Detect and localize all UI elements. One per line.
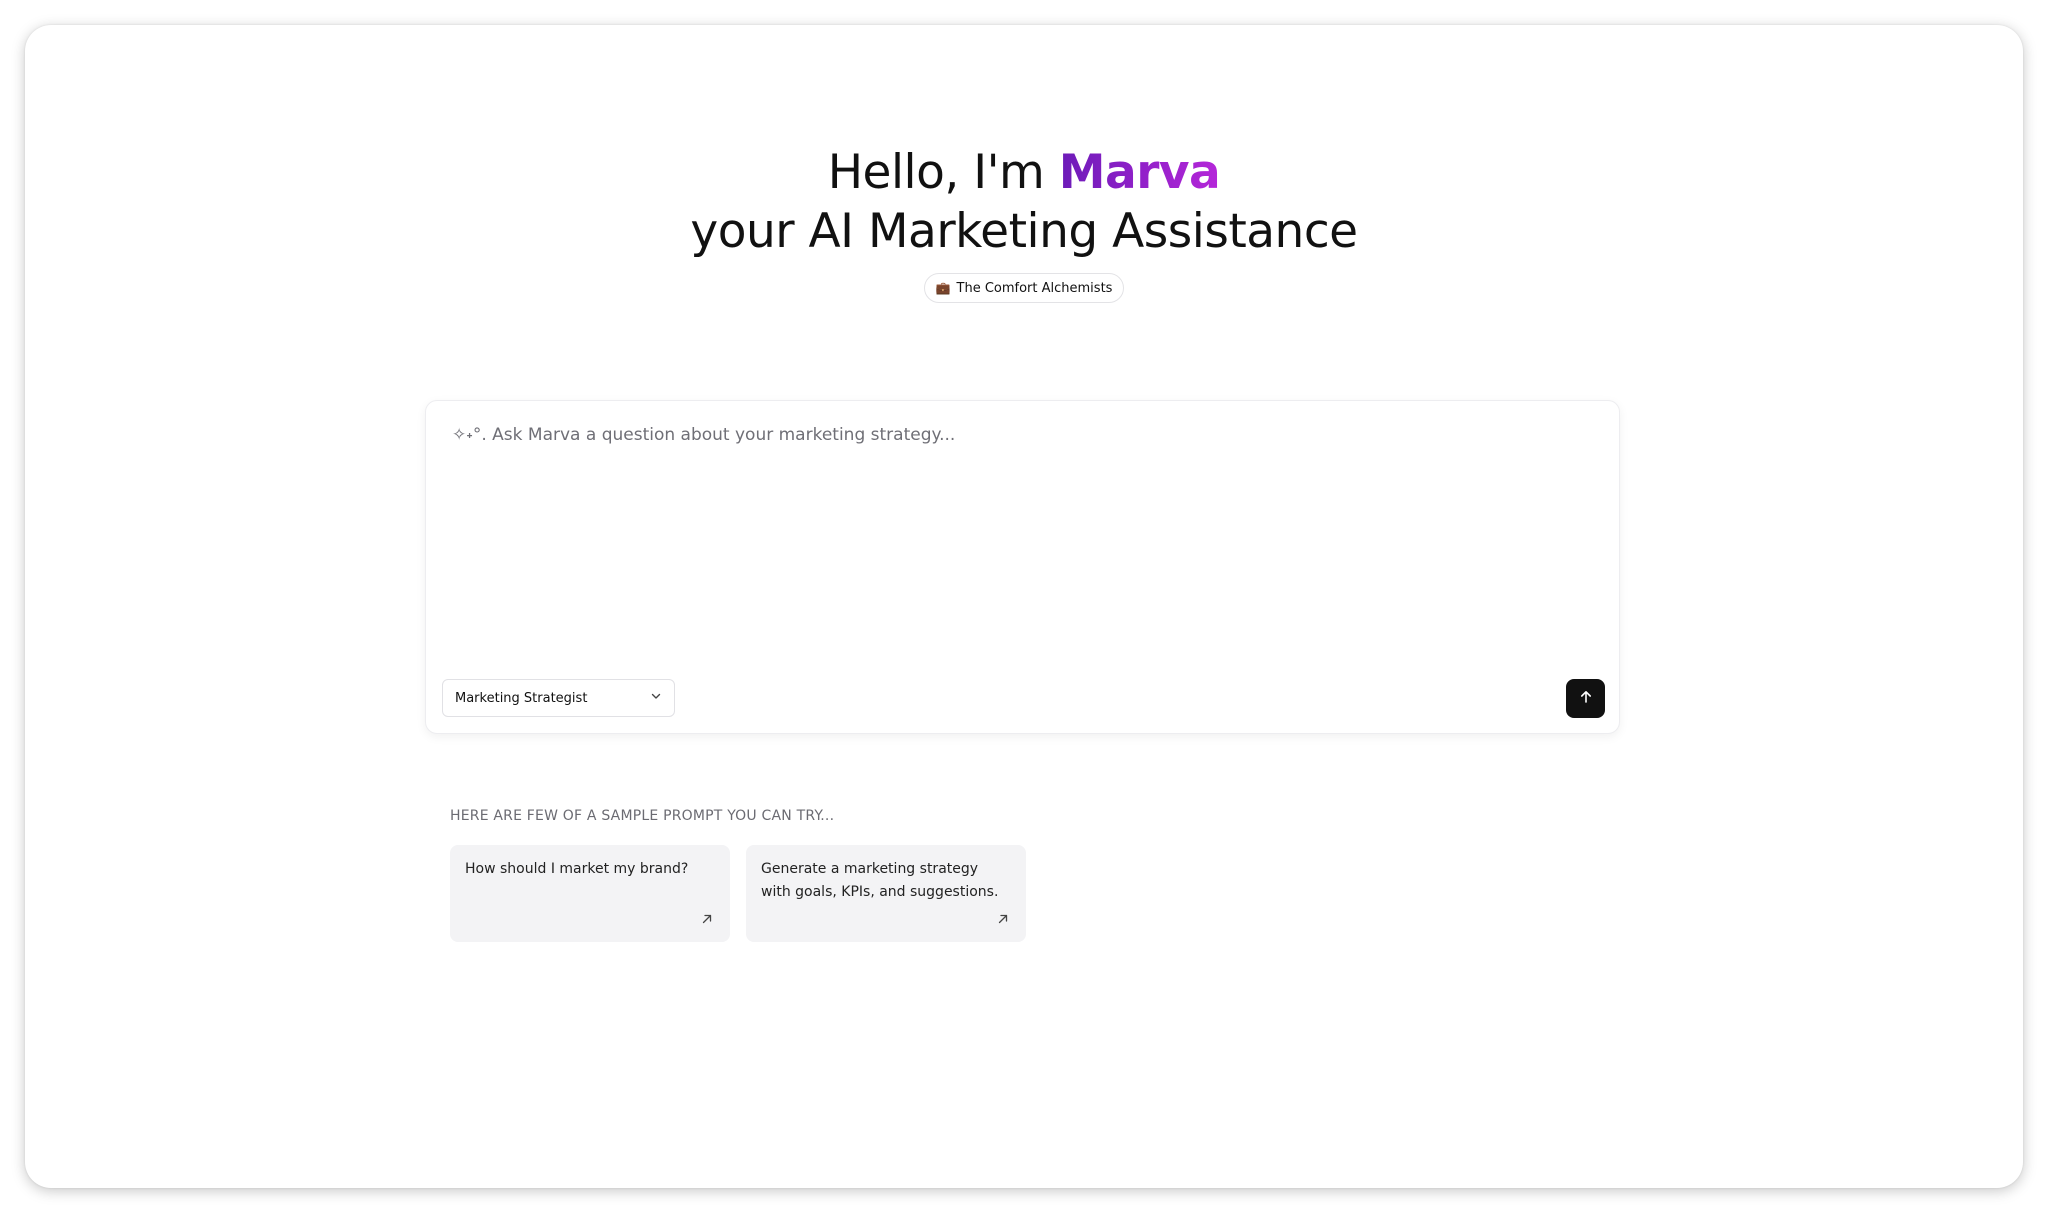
assistant-name: Marva (1058, 145, 1221, 200)
hero-section: Hello, I'm Marva your AI Marketing Assis… (25, 143, 2023, 303)
arrow-up-icon (1578, 689, 1594, 709)
prompt-input[interactable] (452, 425, 1593, 625)
send-button[interactable] (1566, 679, 1605, 718)
sample-prompts-heading: HERE ARE FEW OF A SAMPLE PROMPT YOU CAN … (450, 808, 835, 824)
arrow-up-right-icon (996, 911, 1010, 930)
hero-title: Hello, I'm Marva (25, 143, 2023, 202)
sample-prompt-card[interactable]: How should I market my brand? (450, 845, 730, 942)
role-select-value: Marketing Strategist (455, 690, 588, 706)
sample-prompts-list: How should I market my brand? Generate a… (450, 845, 1026, 942)
chevron-down-icon (650, 690, 662, 706)
sample-prompt-card[interactable]: Generate a marketing strategy with goals… (746, 845, 1026, 942)
role-select[interactable]: Marketing Strategist (442, 679, 675, 717)
workspace-badge[interactable]: 💼 The Comfort Alchemists (923, 273, 1125, 303)
hero-subtitle: your AI Marketing Assistance (690, 204, 1358, 259)
sample-prompt-text: Generate a marketing strategy with goals… (761, 861, 999, 900)
arrow-up-right-icon (700, 911, 714, 930)
greeting-text: Hello, I'm (827, 145, 1059, 200)
briefcase-icon: 💼 (935, 281, 951, 295)
sample-prompt-text: How should I market my brand? (465, 861, 689, 877)
prompt-composer: Marketing Strategist (425, 400, 1620, 734)
app-window: Hello, I'm Marva your AI Marketing Assis… (25, 25, 2023, 1188)
workspace-name: The Comfort Alchemists (956, 280, 1113, 296)
